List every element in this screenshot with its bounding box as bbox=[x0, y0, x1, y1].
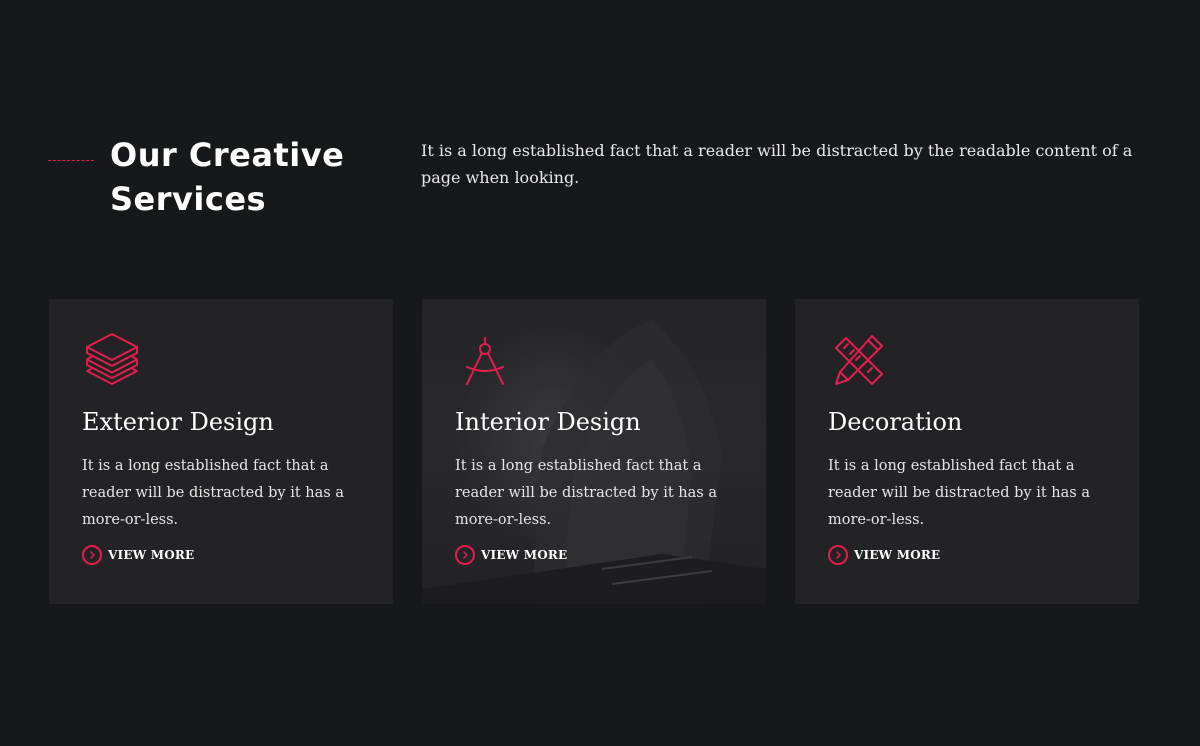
pencil-ruler-icon bbox=[835, 335, 883, 385]
card-title: Interior Design bbox=[455, 408, 641, 436]
service-card-decoration: Decoration It is a long established fact… bbox=[795, 299, 1139, 604]
card-title: Decoration bbox=[828, 408, 963, 436]
card-title: Exterior Design bbox=[82, 408, 274, 436]
layers-icon bbox=[86, 333, 138, 385]
section-title-line-2: Services bbox=[110, 180, 267, 218]
view-more-label: VIEW MORE bbox=[481, 548, 568, 562]
chevron-right-icon bbox=[82, 545, 102, 565]
service-card-exterior-design: Exterior Design It is a long established… bbox=[49, 299, 393, 604]
card-description: It is a long established fact that a rea… bbox=[455, 458, 717, 528]
view-more-label: VIEW MORE bbox=[108, 548, 195, 562]
compass-icon bbox=[466, 337, 504, 385]
card-description: It is a long established fact that a rea… bbox=[828, 458, 1090, 528]
heading-dashed-line bbox=[48, 160, 94, 161]
chevron-right-icon bbox=[828, 545, 848, 565]
chevron-right-icon bbox=[455, 545, 475, 565]
view-more-link[interactable]: VIEW MORE bbox=[82, 545, 194, 565]
view-more-link[interactable]: VIEW MORE bbox=[828, 545, 940, 565]
card-description: It is a long established fact that a rea… bbox=[82, 458, 344, 528]
services-section: Our Creative Services It is a long estab… bbox=[0, 0, 1200, 746]
view-more-label: VIEW MORE bbox=[854, 548, 941, 562]
section-title: Our Creative Services bbox=[110, 133, 390, 221]
section-title-line-1: Our Creative bbox=[110, 136, 345, 174]
service-cards: Exterior Design It is a long established… bbox=[49, 299, 1139, 604]
view-more-link[interactable]: VIEW MORE bbox=[455, 545, 567, 565]
service-card-interior-design: Interior Design It is a long established… bbox=[422, 299, 766, 604]
section-intro: It is a long established fact that a rea… bbox=[421, 141, 1133, 187]
